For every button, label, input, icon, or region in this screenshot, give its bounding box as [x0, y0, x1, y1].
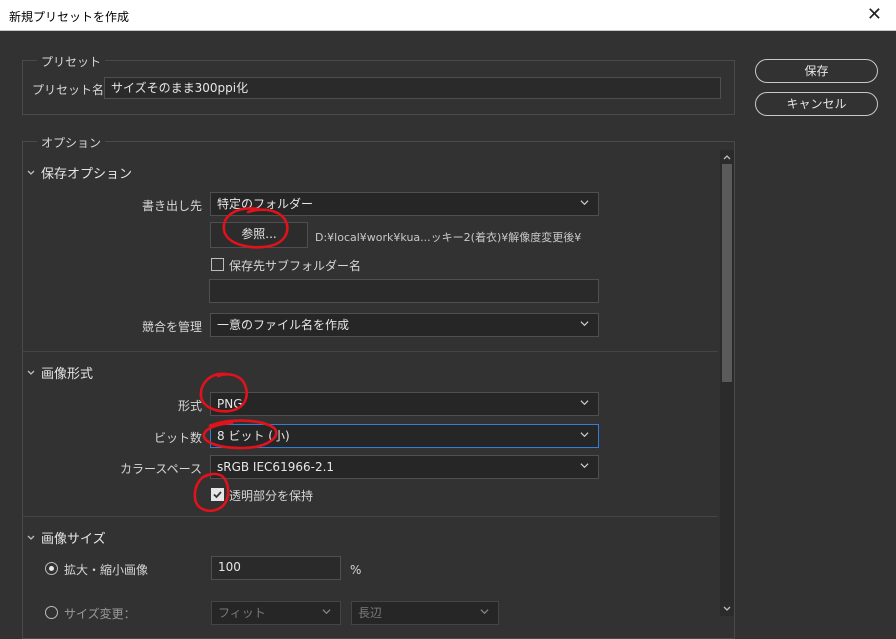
chevron-down-icon [580, 400, 589, 406]
chevron-down-icon [27, 535, 35, 540]
scroll-down-icon[interactable] [722, 604, 732, 614]
format-select[interactable]: PNG [210, 392, 599, 416]
fit-select[interactable]: フィット [211, 601, 341, 625]
destination-select-value: 特定のフォルダー [217, 197, 314, 211]
browse-button-label: 参照... [241, 227, 277, 241]
image-format-header[interactable]: 画像形式 [26, 363, 93, 382]
check-icon [213, 491, 222, 499]
resize-label: サイズ変更： [64, 607, 136, 621]
browse-button[interactable]: 参照... [210, 222, 308, 248]
options-group-label: オプション [37, 134, 106, 151]
scale-unit: % [350, 563, 362, 577]
subfolder-checkbox[interactable] [211, 258, 224, 271]
save-button[interactable]: 保存 [755, 59, 878, 83]
transparency-label: 透明部分を保持 [229, 489, 314, 503]
chevron-down-icon [580, 432, 589, 438]
chevron-down-icon [480, 609, 489, 615]
chevron-down-icon [580, 463, 589, 469]
chevron-down-icon [27, 370, 35, 375]
title-bar: 新規プリセットを作成 ✕ [0, 0, 896, 31]
preset-name-label: プリセット名 [32, 83, 105, 97]
transparency-checkbox[interactable] [211, 488, 224, 501]
destination-select[interactable]: 特定のフォルダー [210, 192, 599, 216]
colorspace-select[interactable]: sRGB IEC61966-2.1 [210, 455, 599, 479]
bitdepth-select[interactable]: 8 ビット (小) [210, 424, 599, 448]
destination-label: 書き出し先 [141, 199, 202, 213]
resize-radio[interactable] [45, 606, 58, 619]
chevron-down-icon [322, 609, 331, 615]
colorspace-select-value: sRGB IEC61966-2.1 [217, 460, 335, 474]
subfolder-label: 保存先サブフォルダー名 [229, 259, 362, 273]
edge-select-value: 長辺 [358, 606, 383, 620]
close-icon[interactable]: ✕ [867, 4, 882, 25]
preset-group-label: プリセット [37, 53, 106, 70]
bitdepth-label: ビット数 [153, 431, 202, 445]
scale-label: 拡大・縮小画像 [64, 563, 149, 577]
chevron-down-icon [580, 200, 589, 206]
edge-select[interactable]: 長辺 [351, 601, 499, 625]
preset-name-input[interactable]: サイズそのまま300ppi化 [104, 77, 721, 99]
conflict-select[interactable]: 一意のファイル名を作成 [210, 313, 599, 337]
destination-path: D:¥local¥work¥kua...ッキー2(着衣)¥解像度変更後¥ [315, 231, 582, 244]
options-scrollbar[interactable] [720, 150, 734, 616]
conflict-label: 競合を管理 [141, 320, 202, 334]
colorspace-label: カラースペース [120, 462, 202, 476]
section-divider [22, 351, 718, 352]
fit-select-value: フィット [218, 606, 266, 620]
window-title: 新規プリセットを作成 [9, 10, 130, 24]
scale-radio[interactable] [45, 562, 58, 575]
scale-input[interactable]: 100 [211, 556, 341, 580]
image-format-title: 画像形式 [41, 367, 94, 382]
conflict-select-value: 一意のファイル名を作成 [217, 318, 350, 332]
cancel-button[interactable]: キャンセル [755, 92, 878, 116]
chevron-down-icon [580, 321, 589, 327]
format-select-value: PNG [217, 397, 243, 411]
bitdepth-select-value: 8 ビット (小) [217, 429, 290, 443]
save-options-title: 保存オプション [41, 167, 133, 182]
section-divider [22, 516, 718, 517]
scrollbar-thumb[interactable] [722, 164, 732, 382]
image-size-title: 画像サイズ [41, 532, 106, 547]
chevron-down-icon [27, 170, 35, 175]
save-options-header[interactable]: 保存オプション [26, 163, 132, 182]
format-label: 形式 [177, 399, 202, 413]
subfolder-input[interactable] [209, 279, 599, 303]
image-size-header[interactable]: 画像サイズ [26, 528, 106, 547]
scroll-up-icon[interactable] [722, 152, 732, 162]
